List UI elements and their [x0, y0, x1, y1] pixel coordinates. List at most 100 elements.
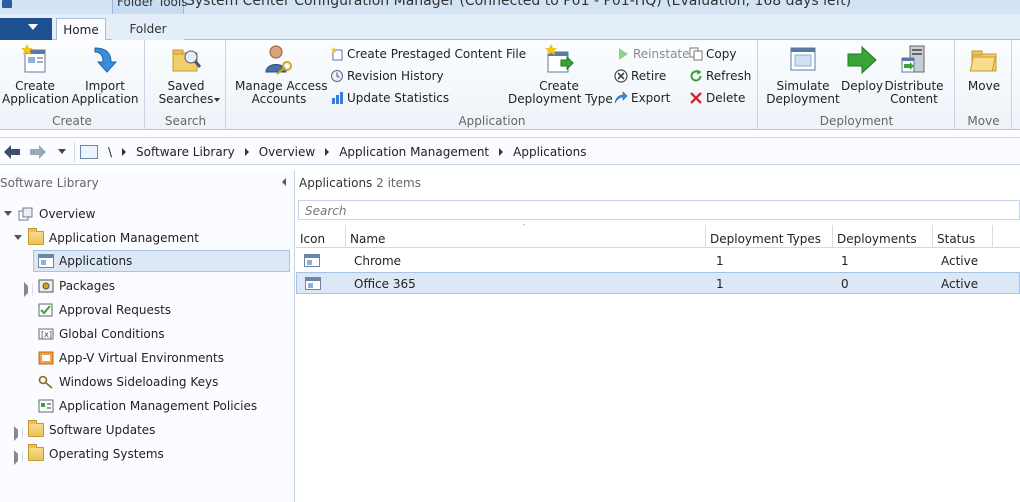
- manage-access-accounts-label: Manage Access Accounts: [235, 79, 328, 106]
- context-tab-group-label: Folder Tools: [117, 0, 188, 9]
- tree-item-global-conditions[interactable]: [x] Global Conditions: [38, 323, 284, 345]
- simulate-deployment-icon: [787, 44, 819, 76]
- tree-item-application-management-policies[interactable]: Application Management Policies: [38, 395, 284, 417]
- saved-searches-label: Saved Searches: [158, 79, 214, 106]
- saved-searches-button[interactable]: Saved Searches: [152, 44, 220, 106]
- breadcrumb-applications[interactable]: Applications: [513, 145, 586, 159]
- create-application-label: Create Application: [2, 79, 70, 106]
- app-system-icon[interactable]: [2, 0, 12, 8]
- chevron-down-icon: [214, 98, 220, 102]
- create-deployment-type-button[interactable]: Create Deployment Type: [508, 44, 613, 106]
- update-statistics-icon: [330, 91, 344, 105]
- cell-deployments: 0: [841, 277, 849, 291]
- breadcrumb-software-library[interactable]: Software Library: [136, 145, 235, 159]
- refresh-label: Refresh: [706, 69, 752, 83]
- tab-folder[interactable]: Folder: [112, 18, 184, 41]
- update-statistics-button[interactable]: Update Statistics: [330, 89, 449, 107]
- manage-access-accounts-button[interactable]: Manage Access Accounts: [235, 44, 328, 106]
- copy-button[interactable]: Copy: [689, 45, 736, 63]
- deploy-button[interactable]: Deploy: [841, 44, 883, 93]
- tree-item-operating-systems[interactable]: Operating Systems: [14, 443, 284, 465]
- simulate-deployment-button[interactable]: Simulate Deployment: [765, 44, 841, 106]
- expand-toggle-icon[interactable]: [14, 235, 22, 240]
- breadcrumb: \ Software Library Overview Application …: [80, 144, 586, 160]
- breadcrumb-separator-icon[interactable]: [325, 148, 330, 156]
- distribute-content-button[interactable]: Distribute Content: [883, 44, 945, 106]
- tree-item-label: Application Management: [49, 231, 199, 245]
- revision-history-button[interactable]: Revision History: [330, 67, 444, 85]
- column-header-name[interactable]: Name: [346, 225, 706, 248]
- column-header-icon[interactable]: Icon: [296, 225, 346, 248]
- breadcrumb-overview[interactable]: Overview: [259, 145, 316, 159]
- delete-button[interactable]: Delete: [689, 89, 745, 107]
- breadcrumb-separator-icon[interactable]: [122, 148, 127, 156]
- tree-item-app-v-virtual-environments[interactable]: App-V Virtual Environments: [38, 347, 284, 369]
- simulate-deployment-label: Simulate Deployment: [766, 79, 840, 106]
- folder-icon: [28, 444, 44, 461]
- collapsed-toggle-icon[interactable]: [14, 450, 23, 465]
- results-title: Applications: [299, 176, 373, 190]
- search-input[interactable]: Search: [298, 200, 1020, 220]
- move-label: Move: [967, 79, 1001, 93]
- results-count: 2 items: [376, 176, 421, 190]
- play-icon: [616, 47, 630, 61]
- distribute-content-label: Distribute Content: [884, 79, 944, 106]
- tree-item-approval-requests[interactable]: Approval Requests: [38, 299, 284, 321]
- tree-item-packages[interactable]: Packages: [24, 275, 284, 297]
- tab-home[interactable]: Home: [56, 18, 106, 41]
- approval-requests-icon: [38, 303, 54, 317]
- breadcrumb-separator-icon[interactable]: [499, 148, 504, 156]
- file-menu-button[interactable]: [0, 18, 52, 40]
- context-tab-group: Folder Tools: [112, 0, 188, 14]
- tree-item-software-updates[interactable]: Software Updates: [14, 419, 284, 441]
- reinstate-button[interactable]: Reinstate: [616, 45, 690, 63]
- ribbon: Create Application Import Application Cr…: [0, 40, 1020, 130]
- collapse-pane-icon[interactable]: [282, 178, 286, 186]
- breadcrumb-separator-icon[interactable]: [244, 148, 249, 156]
- tree-item-windows-sideloading-keys[interactable]: Windows Sideloading Keys: [38, 371, 284, 393]
- move-button[interactable]: Move: [962, 44, 1006, 93]
- back-button[interactable]: [2, 143, 22, 161]
- tree-item-label: Approval Requests: [59, 303, 172, 317]
- results-pane: Applications 2 items Search Icon Name De…: [296, 170, 1020, 502]
- refresh-button[interactable]: Refresh: [689, 67, 751, 85]
- import-application-button[interactable]: Import Application: [70, 44, 140, 106]
- recent-locations-dropdown[interactable]: [58, 149, 66, 154]
- delete-label: Delete: [706, 91, 746, 105]
- ribbon-group-create: Create Application Import Application Cr…: [0, 40, 145, 130]
- revision-history-label: Revision History: [347, 69, 444, 83]
- group-label-application: Application: [458, 114, 526, 128]
- ribbon-group-application: Manage Access Accounts Create Prestaged …: [227, 40, 758, 130]
- export-button[interactable]: Export: [614, 89, 670, 107]
- app-v-environment-icon: [38, 351, 54, 365]
- cell-status: Active: [941, 277, 979, 291]
- create-application-button[interactable]: Create Application: [2, 44, 70, 106]
- tree-item-application-management[interactable]: Application Management: [14, 227, 284, 249]
- distribute-content-icon: [898, 44, 930, 76]
- tree-item-overview[interactable]: Overview: [4, 203, 284, 225]
- package-icon: [38, 279, 54, 293]
- create-prestaged-content-file-button[interactable]: Create Prestaged Content File: [330, 45, 526, 63]
- table-row[interactable]: Office 365 1 0 Active: [296, 272, 1020, 294]
- expand-toggle-icon[interactable]: [4, 211, 12, 216]
- column-header-deployment-types[interactable]: Deployment Types: [706, 225, 833, 248]
- collapsed-toggle-icon[interactable]: [14, 426, 23, 441]
- svg-text:[x]: [x]: [41, 330, 52, 339]
- collapsed-toggle-icon[interactable]: [24, 282, 33, 297]
- forward-button[interactable]: [28, 143, 48, 161]
- navigation-pane: Software Library Overview Application Ma…: [0, 170, 295, 502]
- tree-item-applications[interactable]: Applications: [33, 250, 290, 272]
- breadcrumb-application-management[interactable]: Application Management: [339, 145, 489, 159]
- retire-button[interactable]: Retire: [614, 67, 666, 85]
- column-header-deployments[interactable]: Deployments: [833, 225, 933, 248]
- group-label-deployment: Deployment: [819, 114, 894, 128]
- window-title: System Center Configuration Manager (Con…: [186, 0, 852, 9]
- tree-item-label: Global Conditions: [59, 327, 165, 341]
- address-bar: \ Software Library Overview Application …: [0, 137, 1020, 165]
- breadcrumb-root[interactable]: \: [108, 145, 112, 159]
- tree-item-label: App-V Virtual Environments: [59, 351, 224, 365]
- table-row[interactable]: Chrome 1 1 Active: [296, 250, 1020, 272]
- column-header-status[interactable]: Status: [933, 225, 993, 248]
- revision-history-icon: [330, 69, 344, 83]
- create-prestaged-content-file-label: Create Prestaged Content File: [347, 47, 527, 61]
